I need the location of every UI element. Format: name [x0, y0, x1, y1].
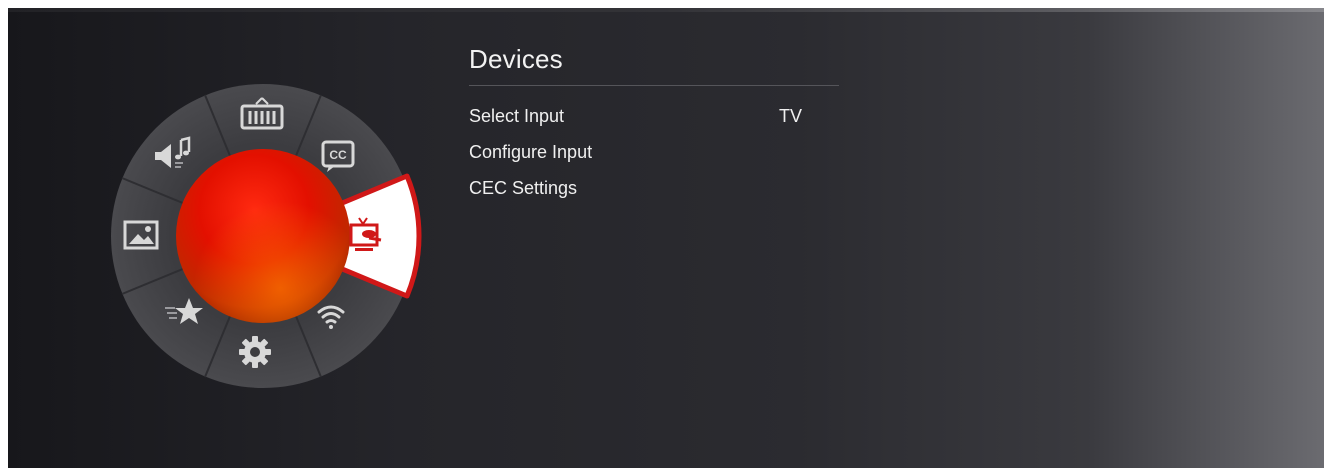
menu-item-select-input[interactable]: Select Input TV [469, 98, 839, 134]
menu-item-label: CEC Settings [469, 178, 578, 198]
menu-item-label: Select Input [469, 106, 565, 126]
menu-item-label: Configure Input [469, 142, 593, 162]
tv-menu-screen: CC Devices Select Input TV Configure Inp… [8, 8, 1324, 468]
menu-item-cec-settings[interactable]: CEC Settings [469, 170, 839, 206]
menu-item-value: TV [779, 106, 803, 126]
menu-wheel: CC [103, 76, 423, 396]
panel-title: Devices [469, 44, 839, 86]
menu-item-configure-input[interactable]: Configure Input [469, 134, 839, 170]
gear-icon[interactable] [239, 336, 271, 368]
svg-text:CC: CC [329, 148, 347, 162]
devices-panel: Devices Select Input TV Configure Input … [469, 44, 839, 206]
